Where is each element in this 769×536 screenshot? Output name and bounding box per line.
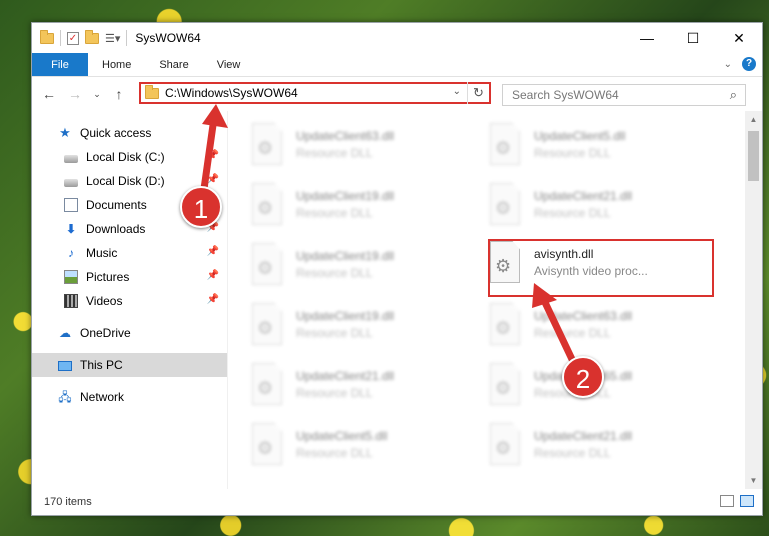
arrow-1 (199, 104, 228, 197)
annotation-arrows (199, 104, 582, 374)
callout-2-badge: 2 (562, 356, 604, 398)
callout-1-badge: 1 (180, 186, 222, 228)
